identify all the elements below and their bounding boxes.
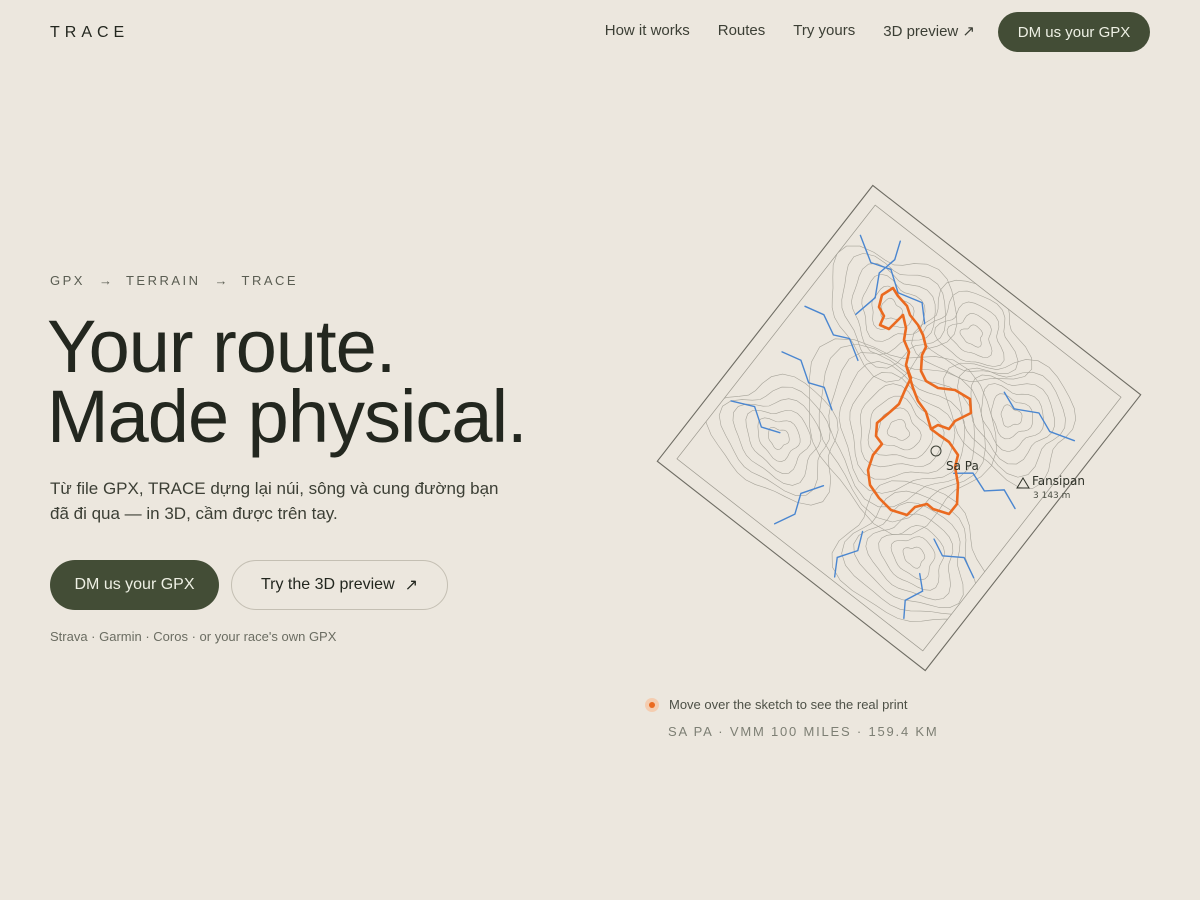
hover-hint: Move over the sketch to see the real pri… [645, 697, 907, 712]
peak-elevation: 3 143 m [1033, 491, 1070, 501]
route-trace [866, 286, 973, 517]
contour-line [946, 313, 993, 358]
river-line [1003, 391, 1076, 442]
try-3d-preview-button[interactable]: Try the 3D preview ↗ [231, 560, 448, 610]
hover-hint-text: Move over the sketch to see the real pri… [669, 697, 908, 712]
map-inner-frame [676, 204, 1122, 652]
contour-line [902, 546, 926, 569]
contour-line [876, 407, 922, 451]
nav-links: How it works Routes Try yours 3D preview… [605, 22, 975, 40]
contour-line [886, 419, 911, 441]
river-line [933, 538, 975, 579]
logo[interactable]: TRACE [50, 24, 129, 42]
top-nav: TRACE How it works Routes Try yours 3D p… [0, 0, 1200, 64]
route-map-sketch[interactable]: Sa Pa Fansipan 3 143 m [600, 180, 1160, 680]
eyebrow-step-gpx: GPX [50, 273, 85, 288]
arrow-right-icon: → [214, 273, 228, 288]
map-svg[interactable]: Sa Pa Fansipan 3 143 m [600, 180, 1160, 680]
contour-lines [705, 245, 1077, 622]
peak-label: Fansipan [1032, 474, 1085, 488]
hero-description: Từ file GPX, TRACE dựng lại núi, sông và… [50, 479, 499, 523]
dm-gpx-button[interactable]: DM us your GPX [50, 560, 219, 610]
nav-dm-gpx-button[interactable]: DM us your GPX [998, 12, 1150, 52]
nav-link-try-yours[interactable]: Try yours [793, 22, 855, 40]
nav-link-routes[interactable]: Routes [718, 22, 766, 40]
contour-line [841, 490, 979, 615]
contour-line [878, 525, 945, 591]
contour-line [718, 386, 831, 496]
contour-line [768, 427, 790, 450]
contour-line [757, 417, 801, 463]
headline-line-2: Made physical. [47, 375, 528, 458]
contour-line [808, 338, 997, 536]
pulse-dot-icon [645, 697, 659, 712]
river-line [773, 485, 825, 525]
contour-line [831, 245, 958, 383]
supported-sources: Strava · Garmin · Coros · or your race's… [50, 629, 337, 644]
contour-line [828, 352, 975, 508]
try-3d-preview-label: Try the 3D preview [260, 576, 395, 593]
contour-line [934, 301, 1005, 367]
contour-line [745, 409, 812, 474]
nav-link-3d-preview[interactable]: 3D preview ↗ [883, 22, 975, 40]
contour-line [871, 285, 915, 330]
river-lines [730, 234, 1076, 620]
contour-line [705, 373, 839, 506]
map-frame [656, 184, 1142, 672]
contour-line [838, 361, 966, 494]
town-label: Sa Pa [946, 459, 979, 473]
contour-line [1000, 404, 1023, 428]
contour-line [865, 513, 954, 601]
page-title: Your route. Made physical. [47, 305, 528, 458]
arrow-right-icon: → [98, 273, 112, 288]
headline-line-1: Your route. [47, 305, 396, 388]
river-line [903, 572, 924, 620]
contour-line [851, 263, 936, 356]
contour-line [922, 290, 1019, 374]
eyebrow-step-terrain: TERRAIN [125, 273, 201, 288]
river-line [781, 351, 833, 411]
river-line [833, 530, 864, 578]
contour-line [959, 324, 983, 348]
external-arrow-icon: ↗ [404, 577, 419, 594]
contour-line [849, 372, 956, 480]
eyebrow-step-trace: TRACE [241, 273, 299, 288]
town-marker-icon [930, 445, 942, 457]
peak-triangle-icon [1016, 477, 1030, 489]
contour-line [732, 398, 822, 486]
route-meta: SA PA · VMM 100 MILES · 159.4 KM [668, 724, 939, 739]
nav-link-how-it-works[interactable]: How it works [605, 22, 690, 40]
eyebrow: GPX → TERRAIN → TRACE [50, 273, 298, 288]
